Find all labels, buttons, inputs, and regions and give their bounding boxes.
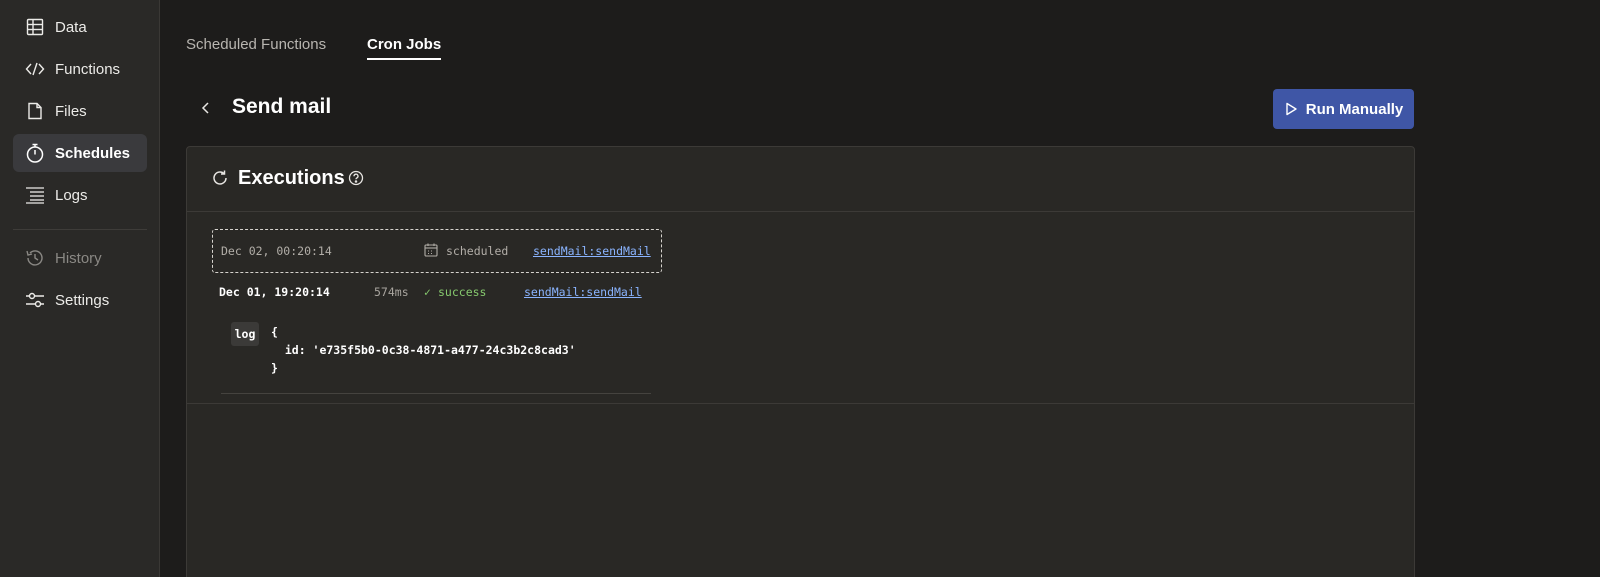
log-line: }	[271, 361, 278, 375]
sidebar-item-data[interactable]: Data	[13, 8, 147, 46]
execution-duration: 574ms	[374, 285, 409, 299]
log-level-badge: log	[231, 322, 259, 346]
stopwatch-icon	[25, 143, 45, 163]
panel-title: Executions	[238, 167, 345, 189]
chevron-left-icon	[201, 102, 209, 114]
active-tab-indicator	[367, 58, 441, 60]
sidebar-item-settings[interactable]: Settings	[13, 281, 147, 319]
tab-cron-jobs[interactable]: Cron Jobs	[367, 36, 441, 53]
refresh-button[interactable]	[211, 169, 229, 187]
run-manually-label: Run Manually	[1305, 100, 1404, 118]
tab-scheduled-functions[interactable]: Scheduled Functions	[186, 36, 326, 53]
execution-row-scheduled[interactable]: Dec 02, 00:20:14 scheduled sendMail:send…	[212, 229, 662, 273]
sidebar-item-label: Data	[55, 18, 87, 36]
sidebar-item-label: Files	[55, 102, 87, 120]
execution-date: Dec 01, 19:20:14	[219, 285, 330, 299]
execution-status: success	[438, 285, 487, 299]
log-line: {	[271, 325, 278, 339]
back-button[interactable]	[196, 96, 216, 120]
file-icon	[25, 101, 45, 121]
execution-status: scheduled	[446, 244, 509, 258]
function-link[interactable]: sendMail:sendMail	[524, 285, 642, 299]
panel-header-divider	[187, 211, 1414, 212]
execution-date: Dec 02, 00:20:14	[221, 244, 332, 258]
sidebar-item-label: Schedules	[55, 144, 131, 162]
play-icon	[1286, 102, 1297, 116]
help-button[interactable]	[348, 170, 364, 186]
sidebar-item-label: Functions	[55, 60, 121, 78]
sidebar-item-label: Logs	[55, 186, 88, 204]
list-icon	[25, 185, 45, 205]
execution-row-success[interactable]: Dec 01, 19:20:14 574ms ✓ success sendMai…	[219, 285, 659, 303]
run-manually-button[interactable]: Run Manually	[1273, 89, 1414, 129]
sidebar-item-files[interactable]: Files	[13, 92, 147, 130]
sidebar-item-label: Settings	[55, 291, 110, 309]
table-icon	[25, 17, 45, 37]
code-icon	[25, 59, 45, 79]
history-icon	[25, 248, 45, 268]
log-divider	[221, 393, 651, 394]
executions-panel: Executions Dec 02, 00:20:14 scheduled se…	[186, 146, 1415, 577]
sidebar: Data Functions Files Schedules Logs Hist…	[0, 0, 160, 577]
check-icon: ✓	[424, 285, 431, 299]
page-title: Send mail	[232, 95, 332, 118]
help-icon	[348, 170, 364, 186]
sidebar-item-functions[interactable]: Functions	[13, 50, 147, 88]
refresh-icon	[213, 170, 227, 185]
sidebar-item-logs[interactable]: Logs	[13, 176, 147, 214]
sidebar-item-history[interactable]: History	[13, 239, 147, 277]
sliders-icon	[25, 290, 45, 310]
calendar-icon	[424, 243, 438, 260]
log-line: id: 'e735f5b0-0c38-4871-a477-24c3b2c8cad…	[271, 343, 576, 357]
function-link[interactable]: sendMail:sendMail	[533, 244, 651, 258]
sidebar-item-schedules[interactable]: Schedules	[13, 134, 147, 172]
sidebar-item-label: History	[55, 249, 102, 267]
panel-list-divider	[187, 403, 1414, 404]
sidebar-divider	[13, 229, 147, 230]
